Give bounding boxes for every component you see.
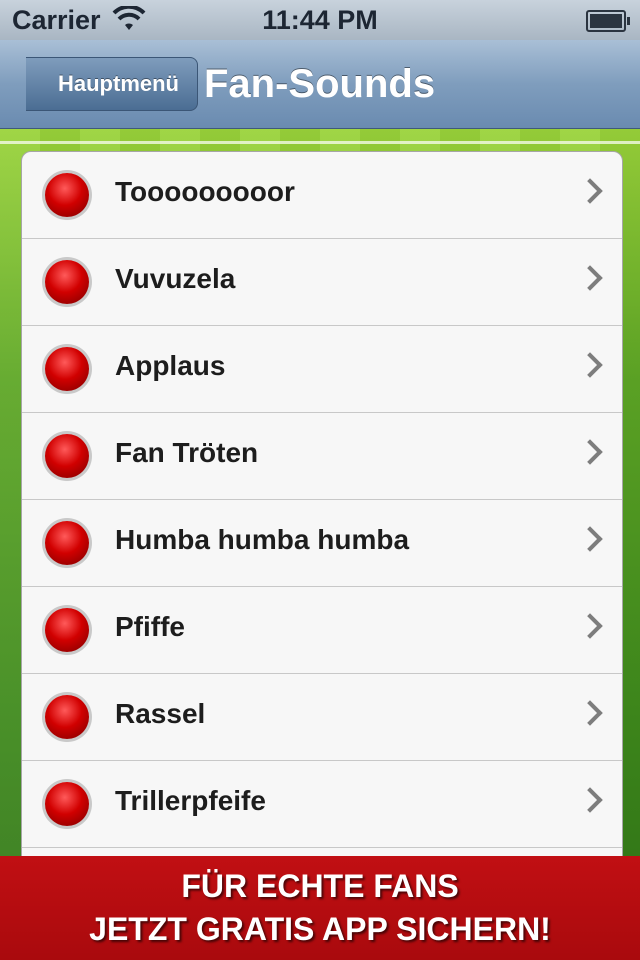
page-title: Fan-Sounds <box>204 62 436 106</box>
battery-icon <box>586 10 630 32</box>
back-button-label: Hauptmenü <box>58 71 179 96</box>
list-item-label: Humba humba humba <box>115 524 410 555</box>
chevron-right-icon <box>577 352 603 378</box>
record-button-icon <box>45 173 89 217</box>
chevron-right-icon <box>577 613 603 639</box>
record-button-icon <box>45 260 89 304</box>
record-button-icon <box>45 782 89 826</box>
record-button-icon <box>45 347 89 391</box>
banner-cta: JETZT GRATIS APP SICHERN! <box>89 911 551 947</box>
back-button[interactable]: Hauptmenü <box>26 57 198 111</box>
record-button-icon <box>45 434 89 478</box>
list-item-label: Fan Tröten <box>115 437 259 468</box>
sound-list: Tooooooooor Vuvuzela Applaus Fan Tröten … <box>21 151 623 913</box>
list-item[interactable]: Vuvuzela <box>22 239 622 326</box>
record-button-icon <box>45 695 89 739</box>
chevron-right-icon <box>577 787 603 813</box>
list-item[interactable]: Humba humba humba <box>22 500 622 587</box>
record-button-icon <box>45 521 89 565</box>
list-item-label: Pfiffe <box>115 611 185 642</box>
field-line <box>0 141 640 144</box>
chevron-right-icon <box>577 178 603 204</box>
status-time: 11:44 PM <box>262 5 378 35</box>
list-item-label: Trillerpfeife <box>115 785 266 816</box>
chevron-right-icon <box>577 439 603 465</box>
list-item[interactable]: Trillerpfeife <box>22 761 622 848</box>
list-item[interactable]: Applaus <box>22 326 622 413</box>
list-item-label: Tooooooooor <box>115 176 295 207</box>
status-bar: Carrier 11:44 PM <box>0 0 640 40</box>
chevron-right-icon <box>577 265 603 291</box>
list-item-label: Rassel <box>115 698 206 729</box>
list-item[interactable]: Pfiffe <box>22 587 622 674</box>
list-item[interactable]: Tooooooooor <box>22 152 622 239</box>
list-item[interactable]: Fan Tröten <box>22 413 622 500</box>
banner-headline: FÜR ECHTE FANS <box>181 868 459 904</box>
list-item-label: Applaus <box>115 350 226 381</box>
list-item-label: Vuvuzela <box>115 263 236 294</box>
list-item[interactable]: Rassel <box>22 674 622 761</box>
navigation-bar: Hauptmenü Fan-Sounds <box>0 40 640 129</box>
promo-banner[interactable]: FÜR ECHTE FANS JETZT GRATIS APP SICHERN! <box>0 856 640 960</box>
chevron-right-icon <box>577 526 603 552</box>
record-button-icon <box>45 608 89 652</box>
chevron-right-icon <box>577 700 603 726</box>
